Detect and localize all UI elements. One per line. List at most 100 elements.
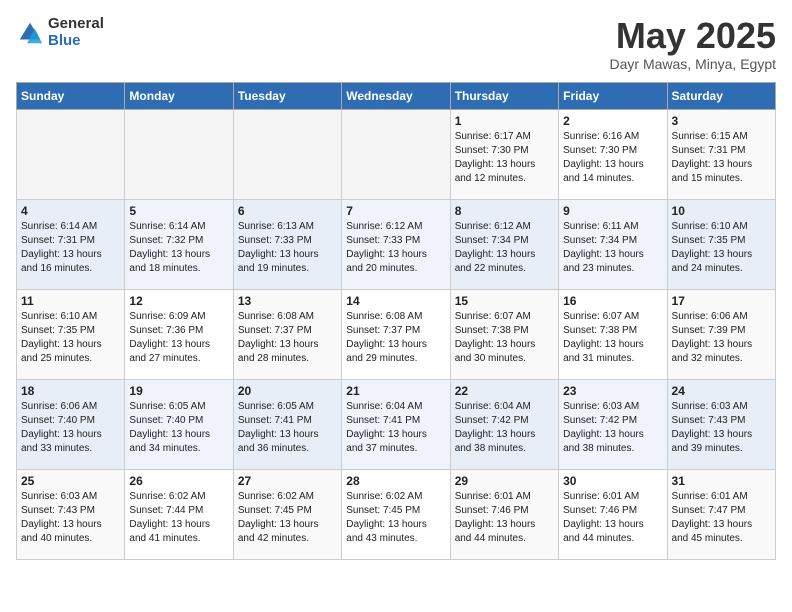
header-day-sunday: Sunday bbox=[17, 82, 125, 109]
calendar-cell: 14 Sunrise: 6:08 AM Sunset: 7:37 PM Dayli… bbox=[342, 289, 450, 379]
calendar-cell: 30 Sunrise: 6:01 AM Sunset: 7:46 PM Dayli… bbox=[559, 469, 667, 559]
day-info: Sunrise: 6:14 AM Sunset: 7:32 PM Dayligh… bbox=[129, 220, 228, 276]
week-row-5: 25 Sunrise: 6:03 AM Sunset: 7:43 PM Dayli… bbox=[17, 469, 776, 559]
day-number: 26 bbox=[129, 474, 228, 488]
calendar-cell: 5 Sunrise: 6:14 AM Sunset: 7:32 PM Daylig… bbox=[125, 199, 233, 289]
calendar-cell: 2Sunrise: 6:16 AM Sunset: 7:30 PM Daylig… bbox=[559, 109, 667, 199]
day-number: 7 bbox=[346, 204, 445, 218]
day-info: Sunrise: 6:09 AM Sunset: 7:36 PM Dayligh… bbox=[129, 310, 228, 366]
calendar-cell: 26 Sunrise: 6:02 AM Sunset: 7:44 PM Dayli… bbox=[125, 469, 233, 559]
calendar-cell: 19 Sunrise: 6:05 AM Sunset: 7:40 PM Dayli… bbox=[125, 379, 233, 469]
calendar-cell: 23Sunrise: 6:03 AM Sunset: 7:42 PM Dayli… bbox=[559, 379, 667, 469]
day-number: 24 bbox=[672, 384, 771, 398]
day-info: Sunrise: 6:02 AM Sunset: 7:45 PM Dayligh… bbox=[238, 490, 337, 546]
day-info: Sunrise: 6:02 AM Sunset: 7:45 PM Dayligh… bbox=[346, 490, 445, 546]
day-info: Sunrise: 6:10 AM Sunset: 7:35 PM Dayligh… bbox=[21, 310, 120, 366]
day-number: 9 bbox=[563, 204, 662, 218]
day-number: 29 bbox=[455, 474, 554, 488]
day-number: 13 bbox=[238, 294, 337, 308]
week-row-4: 18Sunrise: 6:06 AM Sunset: 7:40 PM Dayli… bbox=[17, 379, 776, 469]
day-info: Sunrise: 6:04 AM Sunset: 7:42 PM Dayligh… bbox=[455, 400, 554, 456]
day-number: 11 bbox=[21, 294, 120, 308]
header-day-tuesday: Tuesday bbox=[233, 82, 341, 109]
calendar-cell: 9 Sunrise: 6:11 AM Sunset: 7:34 PM Daylig… bbox=[559, 199, 667, 289]
day-number: 3 bbox=[672, 114, 771, 128]
day-info: Sunrise: 6:14 AM Sunset: 7:31 PM Dayligh… bbox=[21, 220, 120, 276]
day-info: Sunrise: 6:03 AM Sunset: 7:43 PM Dayligh… bbox=[672, 400, 771, 456]
calendar-cell: 11 Sunrise: 6:10 AM Sunset: 7:35 PM Dayli… bbox=[17, 289, 125, 379]
header-day-wednesday: Wednesday bbox=[342, 82, 450, 109]
logo-text: General Blue bbox=[48, 16, 104, 49]
day-info: Sunrise: 6:01 AM Sunset: 7:46 PM Dayligh… bbox=[563, 490, 662, 546]
logo-blue-label: Blue bbox=[48, 33, 104, 50]
header-day-monday: Monday bbox=[125, 82, 233, 109]
day-info: Sunrise: 6:08 AM Sunset: 7:37 PM Dayligh… bbox=[346, 310, 445, 366]
day-number: 16 bbox=[563, 294, 662, 308]
calendar-cell: 6 Sunrise: 6:13 AM Sunset: 7:33 PM Daylig… bbox=[233, 199, 341, 289]
day-info: Sunrise: 6:16 AM Sunset: 7:30 PM Dayligh… bbox=[563, 130, 662, 186]
calendar-cell: 4 Sunrise: 6:14 AM Sunset: 7:31 PM Daylig… bbox=[17, 199, 125, 289]
calendar-cell: 15 Sunrise: 6:07 AM Sunset: 7:38 PM Dayli… bbox=[450, 289, 558, 379]
day-info: Sunrise: 6:08 AM Sunset: 7:37 PM Dayligh… bbox=[238, 310, 337, 366]
day-info: Sunrise: 6:04 AM Sunset: 7:41 PM Dayligh… bbox=[346, 400, 445, 456]
header-day-saturday: Saturday bbox=[667, 82, 775, 109]
month-title: May 2025 bbox=[610, 16, 777, 56]
day-number: 19 bbox=[129, 384, 228, 398]
day-info: Sunrise: 6:05 AM Sunset: 7:41 PM Dayligh… bbox=[238, 400, 337, 456]
day-number: 22 bbox=[455, 384, 554, 398]
day-info: Sunrise: 6:15 AM Sunset: 7:31 PM Dayligh… bbox=[672, 130, 771, 186]
calendar-cell: 20 Sunrise: 6:05 AM Sunset: 7:41 PM Dayli… bbox=[233, 379, 341, 469]
day-number: 8 bbox=[455, 204, 554, 218]
calendar-cell: 28 Sunrise: 6:02 AM Sunset: 7:45 PM Dayli… bbox=[342, 469, 450, 559]
week-row-3: 11 Sunrise: 6:10 AM Sunset: 7:35 PM Dayli… bbox=[17, 289, 776, 379]
day-number: 5 bbox=[129, 204, 228, 218]
calendar-cell bbox=[233, 109, 341, 199]
day-info: Sunrise: 6:07 AM Sunset: 7:38 PM Dayligh… bbox=[455, 310, 554, 366]
calendar-cell: 31Sunrise: 6:01 AM Sunset: 7:47 PM Dayli… bbox=[667, 469, 775, 559]
logo-general-label: General bbox=[48, 16, 104, 33]
day-number: 20 bbox=[238, 384, 337, 398]
header-day-thursday: Thursday bbox=[450, 82, 558, 109]
calendar-cell: 16 Sunrise: 6:07 AM Sunset: 7:38 PM Dayli… bbox=[559, 289, 667, 379]
calendar-cell: 25 Sunrise: 6:03 AM Sunset: 7:43 PM Dayli… bbox=[17, 469, 125, 559]
day-number: 25 bbox=[21, 474, 120, 488]
day-number: 6 bbox=[238, 204, 337, 218]
calendar-cell: 24 Sunrise: 6:03 AM Sunset: 7:43 PM Dayli… bbox=[667, 379, 775, 469]
calendar-cell: 17 Sunrise: 6:06 AM Sunset: 7:39 PM Dayli… bbox=[667, 289, 775, 379]
location-label: Dayr Mawas, Minya, Egypt bbox=[610, 56, 777, 72]
day-info: Sunrise: 6:06 AM Sunset: 7:39 PM Dayligh… bbox=[672, 310, 771, 366]
day-info: Sunrise: 6:02 AM Sunset: 7:44 PM Dayligh… bbox=[129, 490, 228, 546]
day-info: Sunrise: 6:03 AM Sunset: 7:43 PM Dayligh… bbox=[21, 490, 120, 546]
day-info: Sunrise: 6:05 AM Sunset: 7:40 PM Dayligh… bbox=[129, 400, 228, 456]
day-number: 12 bbox=[129, 294, 228, 308]
calendar-cell: 10Sunrise: 6:10 AM Sunset: 7:35 PM Dayli… bbox=[667, 199, 775, 289]
calendar-cell: 1Sunrise: 6:17 AM Sunset: 7:30 PM Daylig… bbox=[450, 109, 558, 199]
calendar-cell: 12 Sunrise: 6:09 AM Sunset: 7:36 PM Dayli… bbox=[125, 289, 233, 379]
day-number: 30 bbox=[563, 474, 662, 488]
day-info: Sunrise: 6:12 AM Sunset: 7:34 PM Dayligh… bbox=[455, 220, 554, 276]
day-number: 21 bbox=[346, 384, 445, 398]
day-info: Sunrise: 6:01 AM Sunset: 7:46 PM Dayligh… bbox=[455, 490, 554, 546]
day-number: 14 bbox=[346, 294, 445, 308]
week-row-1: 1Sunrise: 6:17 AM Sunset: 7:30 PM Daylig… bbox=[17, 109, 776, 199]
calendar-cell: 21 Sunrise: 6:04 AM Sunset: 7:41 PM Dayli… bbox=[342, 379, 450, 469]
day-info: Sunrise: 6:13 AM Sunset: 7:33 PM Dayligh… bbox=[238, 220, 337, 276]
day-info: Sunrise: 6:07 AM Sunset: 7:38 PM Dayligh… bbox=[563, 310, 662, 366]
calendar-table: SundayMondayTuesdayWednesdayThursdayFrid… bbox=[16, 82, 776, 560]
calendar-cell bbox=[342, 109, 450, 199]
calendar-cell: 8 Sunrise: 6:12 AM Sunset: 7:34 PM Daylig… bbox=[450, 199, 558, 289]
calendar-body: 1Sunrise: 6:17 AM Sunset: 7:30 PM Daylig… bbox=[17, 109, 776, 559]
logo: General Blue bbox=[16, 16, 104, 49]
day-number: 4 bbox=[21, 204, 120, 218]
title-block: May 2025 Dayr Mawas, Minya, Egypt bbox=[610, 16, 777, 72]
calendar-cell: 29 Sunrise: 6:01 AM Sunset: 7:46 PM Dayli… bbox=[450, 469, 558, 559]
day-number: 17 bbox=[672, 294, 771, 308]
day-number: 15 bbox=[455, 294, 554, 308]
day-info: Sunrise: 6:03 AM Sunset: 7:42 PM Dayligh… bbox=[563, 400, 662, 456]
day-info: Sunrise: 6:11 AM Sunset: 7:34 PM Dayligh… bbox=[563, 220, 662, 276]
day-info: Sunrise: 6:12 AM Sunset: 7:33 PM Dayligh… bbox=[346, 220, 445, 276]
page-header: General Blue May 2025 Dayr Mawas, Minya,… bbox=[16, 16, 776, 72]
day-number: 27 bbox=[238, 474, 337, 488]
day-number: 18 bbox=[21, 384, 120, 398]
day-number: 28 bbox=[346, 474, 445, 488]
